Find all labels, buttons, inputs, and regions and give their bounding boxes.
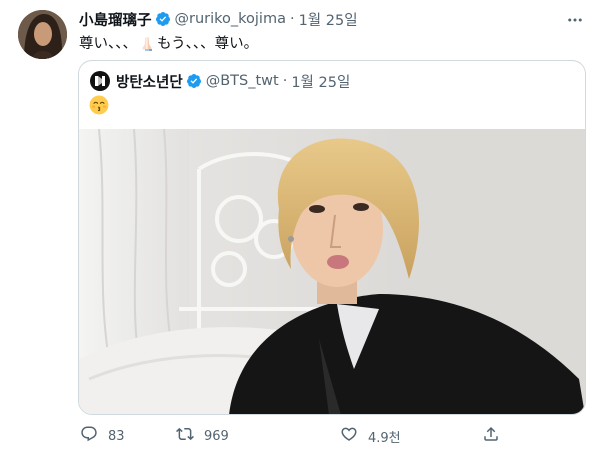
author-name[interactable]: 小島瑠璃子 xyxy=(79,9,152,30)
tweet-actions: 83 969 4.9천 xyxy=(80,426,520,446)
heart-icon xyxy=(340,425,368,447)
bts-logo-icon xyxy=(90,71,110,91)
author-avatar[interactable] xyxy=(18,10,67,59)
like-count: 4.9천 xyxy=(368,430,401,446)
folded-hands-emoji-icon xyxy=(138,34,156,52)
header-separator: · xyxy=(289,11,295,27)
verified-badge-icon xyxy=(155,11,171,27)
quoted-tweet-date[interactable]: 1월 25일 xyxy=(291,71,350,92)
quoted-verified-badge-icon xyxy=(186,73,202,89)
quoted-author-handle[interactable]: @BTS_twt xyxy=(206,73,279,89)
kissing-smiling-eyes-emoji-icon xyxy=(89,94,109,116)
quoted-tweet-header: 방탄소년단 @BTS_twt · 1월 25일 xyxy=(90,70,350,92)
tweet-text-part2: もう、、、尊い。 xyxy=(157,36,259,52)
quoted-tweet[interactable]: 방탄소년단 @BTS_twt · 1월 25일 xyxy=(78,60,586,415)
tweet-header: 小島瑠璃子 @ruriko_kojima · 1월 25일 xyxy=(79,9,358,29)
more-options-icon[interactable] xyxy=(565,10,585,30)
reply-count: 83 xyxy=(108,428,125,444)
reply-button[interactable]: 83 xyxy=(80,426,125,446)
tweet-text-part1: 尊い、、、 xyxy=(79,36,137,52)
retweet-button[interactable]: 969 xyxy=(176,426,229,446)
author-handle[interactable]: @ruriko_kojima xyxy=(175,11,286,27)
tweet-text: 尊い、、、 もう、、、尊い。 xyxy=(79,32,258,53)
retweet-icon xyxy=(176,425,204,447)
quoted-author-name[interactable]: 방탄소년단 xyxy=(116,71,183,92)
share-icon xyxy=(482,425,510,447)
like-button[interactable]: 4.9천 xyxy=(340,426,401,446)
retweet-count: 969 xyxy=(204,428,229,444)
quoted-tweet-photo[interactable] xyxy=(79,128,585,414)
share-button[interactable] xyxy=(482,426,510,446)
tweet-date[interactable]: 1월 25일 xyxy=(299,9,358,30)
reply-icon xyxy=(80,425,108,447)
quoted-header-separator: · xyxy=(282,73,288,89)
